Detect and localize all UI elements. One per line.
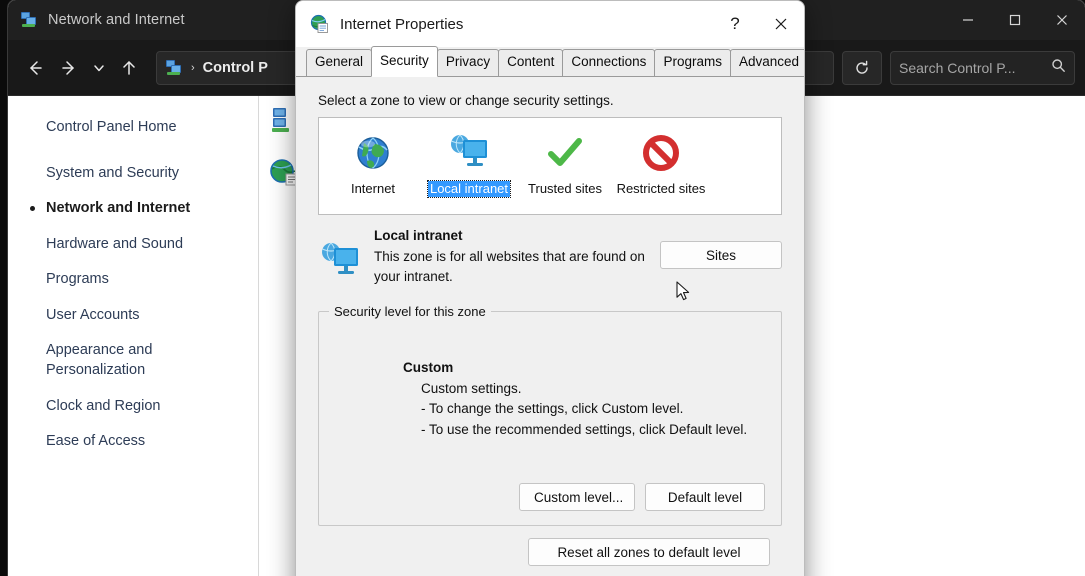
- zone-label-internet: Internet: [349, 181, 397, 197]
- dialog-titlebar: Internet Properties ?: [296, 1, 804, 47]
- refresh-icon[interactable]: [842, 51, 882, 85]
- reset-row: Reset all zones to default level: [318, 538, 782, 566]
- security-level-line-3: - To use the recommended settings, click…: [421, 420, 765, 440]
- tab-content[interactable]: Content: [498, 49, 563, 77]
- zone-detail-intranet-monitor-icon: [318, 227, 366, 286]
- zone-detail-title: Local intranet: [374, 228, 660, 243]
- zone-detail-description: This zone is for all websites that are f…: [374, 247, 660, 286]
- breadcrumb-separator: ›: [191, 62, 195, 74]
- chevron-down-icon[interactable]: [86, 51, 112, 85]
- zone-label-restricted-sites: Restricted sites: [615, 181, 708, 197]
- window-controls: [944, 0, 1085, 40]
- search-icon[interactable]: [1051, 58, 1066, 78]
- sidebar-item-network-and-internet[interactable]: Network and Internet: [46, 199, 258, 219]
- dialog-tabstrip: General Security Privacy Content Connect…: [296, 47, 804, 77]
- sidebar-item-user-accounts[interactable]: User Accounts: [46, 306, 258, 326]
- security-level-legend: Security level for this zone: [329, 304, 491, 319]
- control-panel-title: Network and Internet: [48, 12, 185, 28]
- tab-general[interactable]: General: [306, 49, 372, 77]
- sidebar-item-appearance-and-personalization[interactable]: Appearance and Personalization: [46, 341, 258, 380]
- dialog-close-button[interactable]: [758, 1, 804, 47]
- sidebar-item-programs[interactable]: Programs: [46, 270, 258, 290]
- up-arrow-icon[interactable]: [112, 51, 146, 85]
- tab-connections[interactable]: Connections: [562, 49, 655, 77]
- security-level-fieldset: Security level for this zone Custom Cust…: [318, 311, 782, 526]
- tab-advanced[interactable]: Advanced: [730, 49, 805, 77]
- security-level-line-1: Custom settings.: [421, 379, 765, 399]
- security-level-line-2: - To change the settings, click Custom l…: [421, 399, 765, 419]
- security-level-description: Custom settings. - To change the setting…: [421, 379, 765, 440]
- tab-privacy[interactable]: Privacy: [437, 49, 499, 77]
- zone-internet[interactable]: Internet: [325, 127, 421, 198]
- zone-description-row: Local intranet This zone is for all webs…: [318, 227, 782, 289]
- search-input[interactable]: Search Control P...: [890, 51, 1075, 85]
- default-level-button[interactable]: Default level: [645, 483, 765, 511]
- maximize-icon[interactable]: [991, 0, 1038, 40]
- red-no-entry-icon: [613, 129, 709, 177]
- zone-label-trusted-sites: Trusted sites: [526, 181, 604, 197]
- tab-security[interactable]: Security: [371, 46, 438, 77]
- security-level-buttons: Custom level... Default level: [519, 483, 765, 511]
- zone-trusted-sites[interactable]: Trusted sites: [517, 127, 613, 198]
- internet-properties-dialog: Internet Properties ? General Security P…: [295, 0, 805, 576]
- control-panel-sidebar: Control Panel Home System and Security N…: [8, 96, 258, 576]
- sidebar-item-ease-of-access[interactable]: Ease of Access: [46, 432, 258, 452]
- internet-properties-icon: [310, 14, 330, 34]
- intranet-monitor-icon: [421, 129, 517, 177]
- search-placeholder: Search Control P...: [899, 60, 1051, 76]
- minimize-icon[interactable]: [944, 0, 991, 40]
- breadcrumb-current: Control P: [203, 60, 268, 76]
- green-check-icon: [517, 129, 613, 177]
- close-icon[interactable]: [1038, 0, 1085, 40]
- zone-local-intranet[interactable]: Local intranet: [421, 127, 517, 198]
- sidebar-item-hardware-and-sound[interactable]: Hardware and Sound: [46, 235, 258, 255]
- zone-selector-list[interactable]: Internet: [318, 117, 782, 215]
- tab-programs[interactable]: Programs: [654, 49, 731, 77]
- breadcrumb-network-internet-icon: [165, 59, 183, 77]
- custom-level-button[interactable]: Custom level...: [519, 483, 635, 511]
- forward-arrow-icon[interactable]: [52, 51, 86, 85]
- sidebar-item-clock-and-region[interactable]: Clock and Region: [46, 397, 258, 417]
- globe-icon: [325, 129, 421, 177]
- zone-detail-text: Local intranet This zone is for all webs…: [366, 227, 660, 286]
- network-internet-icon: [20, 11, 38, 29]
- sites-button[interactable]: Sites: [660, 241, 782, 269]
- dialog-title-buttons: ?: [712, 1, 804, 47]
- zone-label-local-intranet: Local intranet: [428, 181, 510, 197]
- reset-all-zones-button[interactable]: Reset all zones to default level: [528, 538, 770, 566]
- dialog-title: Internet Properties: [340, 16, 463, 33]
- security-level-name: Custom: [403, 360, 765, 375]
- sidebar-item-control-panel-home[interactable]: Control Panel Home: [46, 118, 258, 138]
- security-tab-panel: Select a zone to view or change security…: [296, 77, 804, 576]
- zone-restricted-sites[interactable]: Restricted sites: [613, 127, 709, 198]
- sidebar-item-system-and-security[interactable]: System and Security: [46, 164, 258, 184]
- zone-instruction-text: Select a zone to view or change security…: [318, 93, 782, 108]
- back-arrow-icon[interactable]: [18, 51, 52, 85]
- help-button[interactable]: ?: [712, 1, 758, 47]
- desktop-background: Network and Internet: [0, 0, 1085, 576]
